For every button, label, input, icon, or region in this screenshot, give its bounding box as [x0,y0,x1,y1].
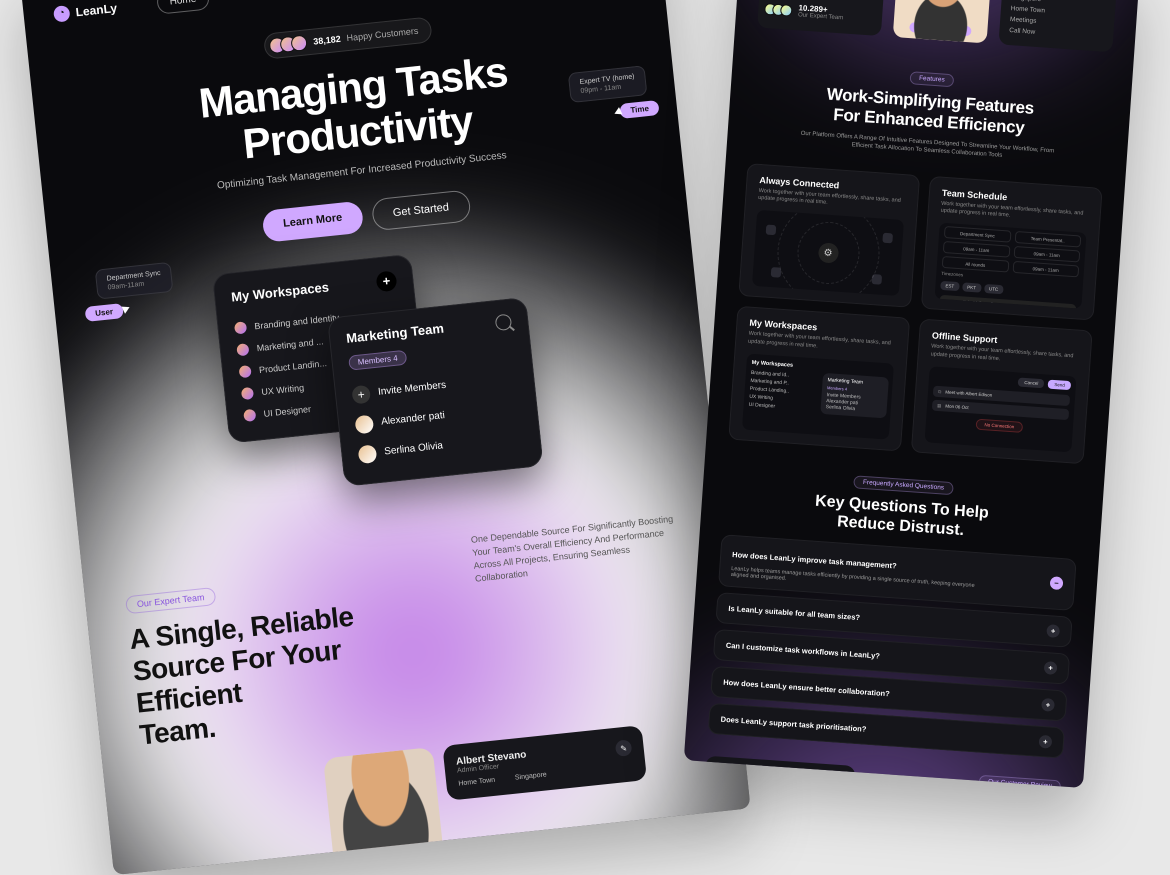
send-button[interactable]: Send [1048,380,1071,391]
feature-always-connected[interactable]: Always Connected Work together with your… [738,163,920,309]
workspaces-title: My Workspaces [231,280,330,305]
tz-button[interactable]: PKT [962,283,981,293]
workspace-cards: My Workspaces + Branding and Identity Ma… [212,241,554,503]
artboard-hero: ◔ LeanLy Home Platform Solutions Solutio… [20,0,751,875]
expert-section: Our Expert Team A Single, Reliable Sourc… [77,453,751,875]
gear-icon: ⚙ [817,243,838,264]
clients-title: Our clients perceive the value [867,786,1060,788]
features-title: Work-Simplifying Features For Enhanced E… [729,78,1131,147]
expand-icon[interactable]: + [1044,661,1058,675]
member-city: Singapore [515,772,547,782]
artboard-features: ★ Trustpilot 4.9 ★★★★★ 3800+ 5 Stars 10.… [684,0,1140,788]
avatars-icon [269,34,308,54]
feature-my-workspaces[interactable]: My Workspaces Work together with your te… [728,306,910,452]
feature-team-schedule[interactable]: Team Schedule Work together with your te… [921,175,1103,321]
schedule-graphic: Department Sync Team Presentat.. 09am - … [935,223,1087,309]
advisor-meta: Call Now [1009,27,1103,41]
faq-chip: Frequently Asked Questions [853,476,953,496]
faq-answer: LeanLy helps teams manage tasks efficien… [731,566,991,596]
feature-offline-support[interactable]: Offline Support Work together with your … [911,319,1093,465]
learn-more-button[interactable]: Learn More [262,200,364,242]
member-city-label: Home Town [458,777,495,788]
float-tag-left: Department Sync 09am-11am [95,262,174,300]
user-chip: User [85,303,124,322]
clients-chip: Our Customer Review [979,774,1062,788]
customers-label: Happy Customers [346,26,419,43]
team-photo [323,748,445,875]
logo-mark-icon: ◔ [53,5,71,23]
members-chip: Members 4 [348,349,407,370]
faq-question: Can I customize task workflows in LeanLy… [726,640,881,660]
hero-section: 38,182 Happy Customers Managing Tasks Pr… [25,0,686,265]
mini-team-panel: Marketing Team Members 4 Invite Members … [820,373,889,419]
orbit-graphic: ⚙ [752,210,904,296]
advisor-info-card: Albert Stevano Singapore Home Town Meeti… [998,0,1117,52]
offline-graphic: Cancel Send ⧉Meet with Albert Edison ▦Mo… [925,367,1077,453]
team-card[interactable]: Marketing Team Members 4 +Invite Members… [327,297,544,487]
expert-chip: Our Expert Team [125,587,216,614]
faq-section: Frequently Asked Questions Key Questions… [686,438,1106,760]
avatars-icon [768,3,793,17]
workspaces-mini: My Workspaces Branding and Id.. Marketin… [742,354,894,440]
advisor-chip: Managing Tasks [909,22,972,36]
faq-question: Is LeanLy suitable for all team sizes? [728,603,860,621]
team-title: Marketing Team [345,320,444,346]
features-grid: Always Connected Work together with your… [706,151,1125,466]
expand-icon[interactable]: + [1046,624,1060,638]
tz-button[interactable]: UTC [984,284,1004,294]
add-workspace-button[interactable]: + [375,270,397,292]
no-connection-badge: No Connection [975,419,1023,433]
cancel-button[interactable]: Cancel [1018,378,1045,389]
collapse-icon[interactable]: − [1050,576,1064,590]
edit-icon[interactable]: ✎ [615,740,633,758]
search-icon[interactable] [495,313,513,331]
customers-count: 38,182 [313,34,341,47]
get-started-button[interactable]: Get Started [370,189,471,231]
hero-title: Managing Tasks Productivity [62,35,648,186]
brand-logo[interactable]: ◔ LeanLy [53,0,118,22]
expand-icon[interactable]: + [1041,698,1055,712]
tz-button[interactable]: EST [940,281,959,291]
expand-icon[interactable]: + [1039,734,1053,748]
expert-heading: A Single, Reliable Source For Your Effic… [128,595,420,752]
member-card[interactable]: Albert Stevano Admin Officer ✎ Home Town… [442,726,647,802]
brand-name: LeanLy [75,1,118,19]
expert-copy: One Dependable Source For Significantly … [470,512,684,586]
faq-question: Does LeanLy support task prioritisation? [720,714,866,733]
customers-pill: 38,182 Happy Customers [263,16,432,59]
faq-question: How does LeanLy ensure better collaborat… [723,677,890,698]
features-chip: Features [910,71,954,87]
